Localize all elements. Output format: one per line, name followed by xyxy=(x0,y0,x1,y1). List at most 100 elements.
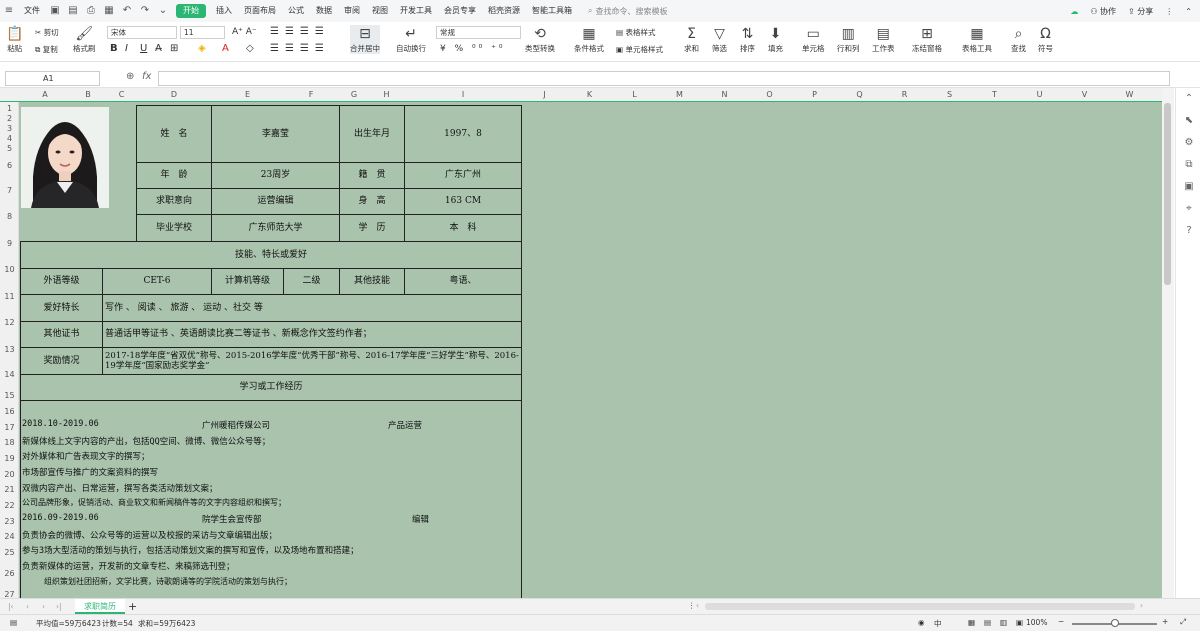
sort-button[interactable]: ⇅ 排序 xyxy=(740,25,755,54)
font-color-icon[interactable]: A xyxy=(222,43,229,54)
macro-icon[interactable]: ▤ xyxy=(10,618,17,627)
select-icon[interactable]: ⬉ xyxy=(1182,114,1196,128)
row-header-5[interactable]: 5 xyxy=(0,144,19,153)
align-horizontal-icons[interactable]: ☰☰☰☰ xyxy=(270,43,330,54)
help-icon[interactable]: ? xyxy=(1182,224,1196,238)
underline-icon[interactable]: U xyxy=(140,43,147,54)
row-header-8[interactable]: 8 xyxy=(0,212,19,221)
location-icon[interactable]: ⌖ xyxy=(1182,202,1196,216)
zoom-icon[interactable]: ⊕ xyxy=(126,71,134,82)
fullscreen-icon[interactable]: ⤢ xyxy=(1180,617,1186,627)
row-header-27[interactable]: 27 xyxy=(0,590,19,598)
clear-format-icon[interactable]: ◇ xyxy=(246,43,254,54)
share-button[interactable]: ⇪ 分享 xyxy=(1128,6,1153,17)
col-header-W[interactable]: W xyxy=(1107,88,1152,102)
col-header-I[interactable]: I xyxy=(404,88,522,102)
row-header-7[interactable]: 7 xyxy=(0,186,19,195)
hobby-value[interactable]: 写作 、 阅读 、 旅游 、 运动 、社交 等 xyxy=(102,294,522,322)
collab-button[interactable]: ⚇ 协作 xyxy=(1090,6,1116,17)
col-header-T[interactable]: T xyxy=(972,88,1017,102)
lang-value[interactable]: CET-6 xyxy=(102,268,212,295)
cert-value[interactable]: 普通话甲等证书 、英语朗读比赛二等证书 、新概念作文签约作者； xyxy=(102,321,522,348)
cell-style-button[interactable]: ▣ 单元格样式 xyxy=(616,44,663,55)
name-box[interactable]: A1 xyxy=(5,71,100,86)
first-sheet-icon[interactable]: |‹ xyxy=(8,602,14,611)
col-header-G[interactable]: G xyxy=(339,88,369,102)
row-header-23[interactable]: 23 xyxy=(0,517,19,526)
command-search[interactable]: ⌕ 查找命令、搜索模板 xyxy=(588,6,667,17)
save-icon[interactable]: ▣ xyxy=(49,5,61,17)
format-painter-button[interactable]: 🖌 格式刷 xyxy=(73,25,96,54)
row-header-19[interactable]: 19 xyxy=(0,454,19,463)
symbol-button[interactable]: Ω 符号 xyxy=(1038,25,1053,54)
native-label[interactable]: 籍 贯 xyxy=(339,162,405,189)
export-pdf-icon[interactable]: ▤ xyxy=(67,5,79,17)
col-header-R[interactable]: R xyxy=(882,88,927,102)
row-header-16[interactable]: 16 xyxy=(0,407,19,416)
intent-value[interactable]: 运营编辑 xyxy=(211,188,340,215)
menu-file[interactable]: 文件 xyxy=(18,0,46,22)
award-label[interactable]: 奖励情况 xyxy=(20,347,103,375)
tab-data[interactable]: 数据 xyxy=(310,0,338,22)
cell-button[interactable]: ▭ 单元格 xyxy=(802,25,825,54)
tab-view[interactable]: 视图 xyxy=(366,0,394,22)
col-header-O[interactable]: O xyxy=(747,88,792,102)
menu-icon[interactable]: ≡ xyxy=(3,5,15,17)
other-skill-value[interactable]: 粤语、 xyxy=(404,268,522,295)
align-vertical-icons[interactable]: ☰☰☰☰ xyxy=(270,26,330,37)
birth-value[interactable]: 1997、8 xyxy=(404,105,522,163)
fx-icon[interactable]: fx xyxy=(142,71,151,82)
last-sheet-icon[interactable]: ›| xyxy=(56,602,62,611)
age-label[interactable]: 年 龄 xyxy=(136,162,212,189)
page-break-view-icon[interactable]: ▥ xyxy=(1000,618,1007,627)
redo-icon[interactable]: ↷ xyxy=(139,5,151,17)
find-button[interactable]: ⌕ 查找 xyxy=(1011,25,1026,54)
zoom-level[interactable]: 100% xyxy=(1026,618,1047,627)
more-icon[interactable]: ⋮ xyxy=(1165,7,1173,16)
school-label[interactable]: 毕业学校 xyxy=(136,214,212,242)
native-value[interactable]: 广东广州 xyxy=(404,162,522,189)
read-view-icon[interactable]: ▣ xyxy=(1016,618,1023,627)
lang-label[interactable]: 外语等级 xyxy=(20,268,103,295)
col-header-S[interactable]: S xyxy=(927,88,972,102)
sum-button[interactable]: Σ 求和 xyxy=(684,25,699,54)
row-header-1[interactable]: 1 xyxy=(0,104,19,113)
row-header-25[interactable]: 25 xyxy=(0,548,19,557)
bold-icon[interactable]: B xyxy=(110,43,118,54)
fill-button[interactable]: ⬇ 填充 xyxy=(768,25,783,54)
col-header-L[interactable]: L xyxy=(612,88,657,102)
name-label[interactable]: 姓 名 xyxy=(136,105,212,163)
print-icon[interactable]: ⎙ xyxy=(85,5,97,17)
font-grow-icon[interactable]: A⁺ A⁻ xyxy=(232,27,257,37)
tab-developer[interactable]: 开发工具 xyxy=(394,0,438,22)
row-header-22[interactable]: 22 xyxy=(0,501,19,510)
col-header-E[interactable]: E xyxy=(212,88,283,102)
input-mode-icon[interactable]: 中 xyxy=(934,618,942,629)
font-size-select[interactable]: 11 xyxy=(180,26,225,39)
height-label[interactable]: 身 高 xyxy=(339,188,405,215)
name-value[interactable]: 李嘉莹 xyxy=(211,105,340,163)
chevron-down-icon[interactable]: ⌄ xyxy=(157,5,169,17)
experience-title[interactable]: 学习或工作经历 xyxy=(20,374,522,401)
row-header-11[interactable]: 11 xyxy=(0,292,19,301)
computer-value[interactable]: 二级 xyxy=(283,268,340,295)
col-header-D[interactable]: D xyxy=(136,88,212,102)
row-col-button[interactable]: ▥ 行和列 xyxy=(837,25,860,54)
row-header-14[interactable]: 14 xyxy=(0,370,19,379)
wrap-text-button[interactable]: ↵ 自动换行 xyxy=(396,25,426,54)
prev-sheet-icon[interactable]: ‹ xyxy=(26,602,29,611)
computer-label[interactable]: 计算机等级 xyxy=(211,268,284,295)
number-format-select[interactable]: 常规 xyxy=(436,26,521,39)
height-value[interactable]: 163 CM xyxy=(404,188,522,215)
italic-icon[interactable]: I xyxy=(125,43,128,54)
font-name-select[interactable]: 宋体 xyxy=(107,26,177,39)
zoom-out-icon[interactable]: − xyxy=(1058,617,1064,626)
eye-protection-icon[interactable]: ◉ xyxy=(918,618,925,627)
row-header-17[interactable]: 17 xyxy=(0,423,19,432)
settings-sliders-icon[interactable]: ⚙ xyxy=(1182,136,1196,150)
freeze-panes-button[interactable]: ⊞ 冻结窗格 xyxy=(912,25,942,54)
row-header-21[interactable]: 21 xyxy=(0,485,19,494)
strikethrough-icon[interactable]: A̶ xyxy=(155,43,162,54)
col-header-M[interactable]: M xyxy=(657,88,702,102)
zoom-slider-thumb[interactable] xyxy=(1111,619,1119,627)
